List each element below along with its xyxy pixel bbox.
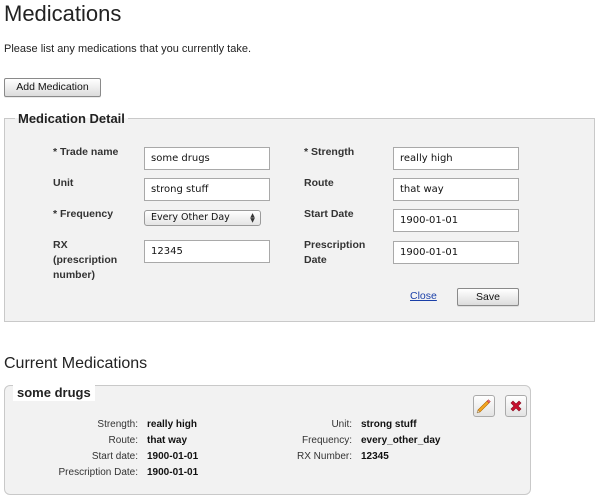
medication-detail-legend: Medication Detail bbox=[18, 111, 125, 126]
select-arrows-icon: ▲ ▼ bbox=[250, 212, 255, 224]
medication-card-name: some drugs bbox=[13, 385, 95, 401]
card-frequency-value: every_other_day bbox=[361, 435, 441, 446]
close-link[interactable]: Close bbox=[410, 290, 437, 302]
card-rx-number-value: 12345 bbox=[361, 451, 389, 462]
current-medications-title: Current Medications bbox=[4, 355, 148, 372]
prescription-date-label-line1: Prescription bbox=[304, 239, 366, 251]
prescription-date-label: Prescription Date bbox=[304, 238, 365, 268]
card-strength-value: really high bbox=[147, 419, 198, 430]
card-start-date-value: 1900-01-01 bbox=[147, 451, 199, 462]
card-prescription-date-label: Prescription Date: bbox=[58, 467, 138, 478]
strength-input[interactable]: really high bbox=[393, 147, 519, 170]
prescription-date-input[interactable]: 1900-01-01 bbox=[393, 241, 519, 264]
card-unit-label: Unit: bbox=[331, 419, 352, 430]
trade-name-label: * Trade name bbox=[53, 146, 119, 158]
card-frequency-label: Frequency: bbox=[301, 435, 352, 446]
card-route-value: that way bbox=[147, 435, 188, 446]
unit-label: Unit bbox=[53, 177, 74, 189]
delete-x-icon bbox=[510, 400, 522, 412]
pencil-icon bbox=[476, 399, 491, 414]
prescription-date-label-line2: Date bbox=[304, 254, 327, 266]
trade-name-input[interactable]: some drugs bbox=[144, 147, 270, 170]
card-unit-value: strong stuff bbox=[361, 419, 417, 430]
card-strength-label: Strength: bbox=[97, 419, 138, 430]
strength-label: * Strength bbox=[304, 146, 355, 158]
rx-label-line2: (prescription bbox=[53, 254, 118, 266]
route-input[interactable]: that way bbox=[393, 178, 519, 201]
card-start-date-label: Start date: bbox=[91, 451, 138, 462]
card-prescription-date-value: 1900-01-01 bbox=[147, 467, 199, 478]
unit-input[interactable]: strong stuff bbox=[144, 178, 270, 201]
rx-label: RX (prescription number) bbox=[53, 238, 117, 283]
frequency-select[interactable]: Every Other Day ▲ ▼ bbox=[144, 210, 261, 226]
delete-button[interactable] bbox=[505, 395, 527, 417]
edit-button[interactable] bbox=[473, 395, 495, 417]
frequency-label: * Frequency bbox=[53, 208, 114, 220]
rx-label-line3: number) bbox=[53, 269, 95, 281]
start-date-input[interactable]: 1900-01-01 bbox=[393, 209, 519, 232]
rx-input[interactable]: 12345 bbox=[144, 240, 270, 263]
route-label: Route bbox=[304, 177, 334, 189]
card-rx-number-label: RX Number: bbox=[296, 451, 352, 462]
start-date-label: Start Date bbox=[304, 208, 354, 220]
save-button[interactable]: Save bbox=[457, 288, 519, 306]
frequency-select-value: Every Other Day bbox=[151, 212, 230, 223]
page-title: Medications bbox=[4, 1, 122, 26]
intro-text: Please list any medications that you cur… bbox=[4, 43, 252, 55]
card-route-label: Route: bbox=[108, 435, 138, 446]
rx-label-line1: RX bbox=[53, 239, 68, 251]
add-medication-button[interactable]: Add Medication bbox=[4, 78, 101, 97]
